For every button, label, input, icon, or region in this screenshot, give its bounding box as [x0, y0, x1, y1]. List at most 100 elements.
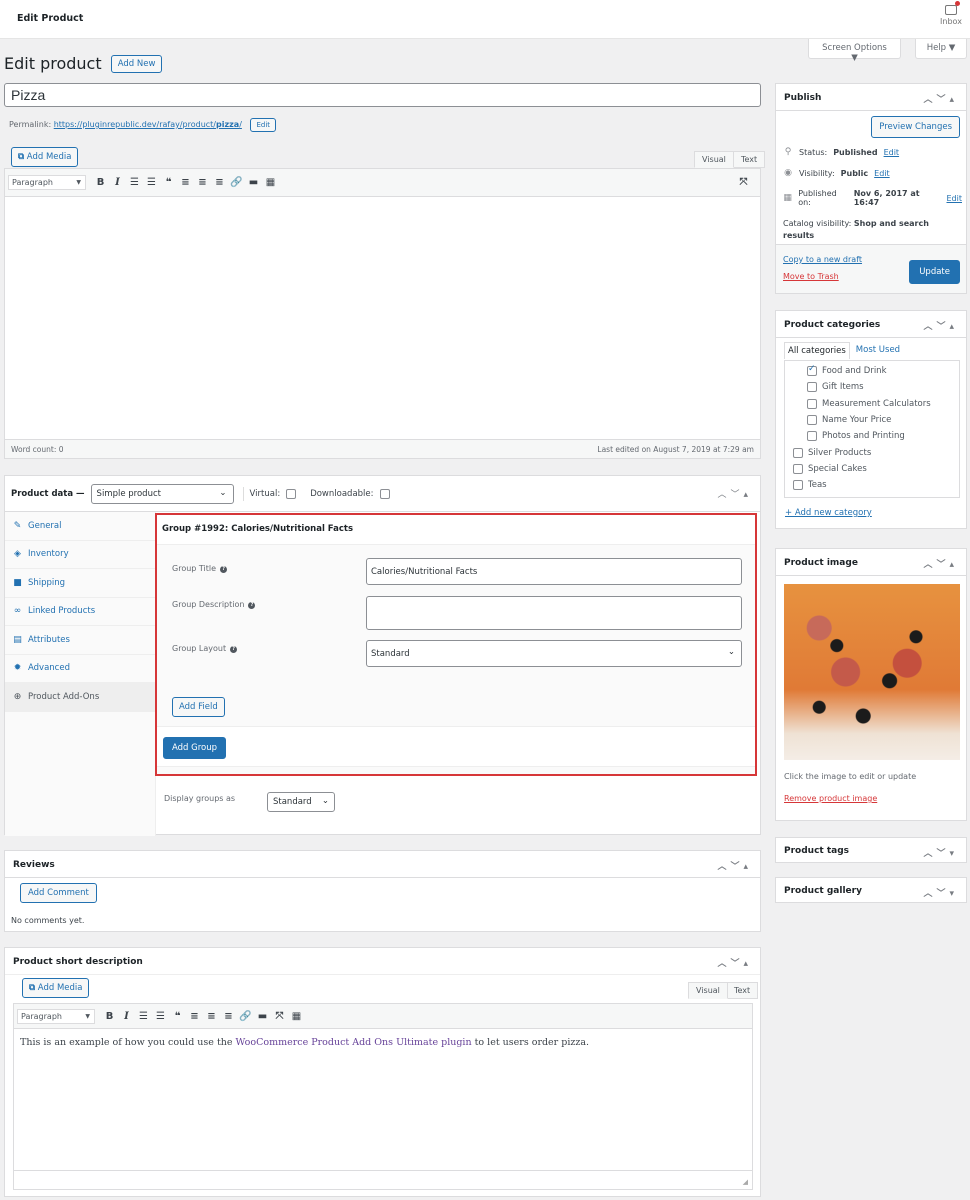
box-controls[interactable]: ︿﹀▴	[717, 487, 752, 500]
tab-text[interactable]: Text	[733, 151, 766, 168]
add-media-button[interactable]: ⧉ Add Media	[11, 147, 79, 168]
toolbar-toggle-icon[interactable]: ▦	[262, 177, 279, 188]
group-layout-select[interactable]: Standard ⌄	[366, 640, 742, 667]
read-more-icon[interactable]: ▬	[245, 177, 262, 188]
bullet-list-icon[interactable]: ☰	[135, 1011, 152, 1022]
format-select[interactable]: Paragraph	[17, 1008, 95, 1024]
align-left-icon[interactable]: ≡	[177, 177, 194, 188]
box-controls[interactable]: ︿﹀▾	[923, 846, 958, 859]
box-controls[interactable]: ︿﹀▾	[923, 886, 958, 899]
box-controls[interactable]: ︿﹀▴	[717, 859, 752, 872]
category-checkbox[interactable]	[793, 463, 803, 474]
tab-shipping[interactable]: ■ Shipping	[5, 569, 155, 598]
display-groups-select[interactable]: Standard ⌄	[267, 792, 335, 812]
copy-draft-link[interactable]: Copy to a new draft	[783, 255, 862, 264]
box-controls[interactable]: ︿﹀▴	[717, 956, 752, 969]
virtual-checkbox[interactable]	[286, 488, 297, 499]
tab-all-categories[interactable]: All categories	[784, 342, 850, 359]
numbered-list-icon[interactable]: ☰	[143, 177, 160, 188]
category-item[interactable]: Special Cakes	[793, 461, 959, 477]
tab-product-add-ons[interactable]: ⊕ Product Add-Ons	[5, 683, 155, 712]
bold-icon[interactable]: B	[92, 177, 109, 188]
align-center-icon[interactable]: ≡	[203, 1011, 220, 1022]
permalink-edit-button[interactable]: Edit	[250, 118, 277, 133]
category-item[interactable]: Gift Items	[793, 379, 959, 395]
add-comment-button[interactable]: Add Comment	[20, 883, 97, 904]
box-controls[interactable]: ︿﹀▴	[923, 92, 958, 105]
status-edit-link[interactable]: Edit	[884, 148, 900, 157]
box-controls[interactable]: ︿﹀▴	[923, 557, 958, 570]
tab-visual[interactable]: Visual	[688, 982, 728, 999]
category-checkbox[interactable]	[807, 382, 817, 393]
product-title-input[interactable]	[4, 83, 761, 107]
italic-icon[interactable]: I	[109, 177, 126, 188]
fullscreen-icon[interactable]: ⤧	[271, 1011, 288, 1022]
category-item[interactable]: Photos and Printing	[793, 428, 959, 444]
editor-body[interactable]	[5, 197, 760, 439]
tab-attributes[interactable]: ▤ Attributes	[5, 626, 155, 655]
add-new-button[interactable]: Add New	[110, 55, 163, 74]
tab-text[interactable]: Text	[726, 982, 759, 999]
product-gallery-title[interactable]: Product gallery ︿﹀▾	[776, 878, 966, 905]
category-checkbox[interactable]	[793, 480, 803, 491]
plugin-link[interactable]: WooCommerce Product Add Ons Ultimate plu…	[236, 1037, 472, 1048]
help-button[interactable]: Help ▼	[915, 39, 967, 59]
add-group-button[interactable]: Add Group	[163, 737, 227, 759]
category-checkbox[interactable]	[807, 364, 817, 377]
product-tags-title[interactable]: Product tags ︿﹀▾	[776, 838, 966, 865]
numbered-list-icon[interactable]: ☰	[152, 1011, 169, 1022]
category-item[interactable]: Name Your Price	[793, 412, 959, 428]
group-title-label: Group Title?	[172, 564, 228, 573]
group-description-textarea[interactable]	[366, 596, 742, 630]
screen-options-button[interactable]: Screen Options ▼	[808, 39, 901, 63]
resize-handle-icon[interactable]: ◢	[743, 1178, 748, 1186]
bold-icon[interactable]: B	[101, 1011, 118, 1022]
category-item[interactable]: Teas	[793, 477, 959, 493]
bullet-list-icon[interactable]: ☰	[126, 177, 143, 188]
inbox-button[interactable]: Inbox	[938, 1, 964, 26]
link-icon[interactable]: 🔗	[237, 1011, 254, 1022]
add-media-button[interactable]: ⧉ Add Media	[22, 978, 90, 999]
link-icon[interactable]: 🔗	[228, 177, 245, 188]
short-description-content[interactable]: This is an example of how you could use …	[14, 1029, 752, 1171]
tab-advanced[interactable]: ✹ Advanced	[5, 655, 155, 683]
category-checkbox[interactable]	[807, 398, 817, 409]
blockquote-icon[interactable]: ❝	[169, 1011, 186, 1022]
group-title-input[interactable]: Calories/Nutritional Facts	[366, 558, 742, 585]
category-checkbox[interactable]	[793, 447, 803, 458]
align-right-icon[interactable]: ≡	[211, 177, 228, 188]
visibility-edit-link[interactable]: Edit	[874, 169, 890, 178]
published-on-row: ▦ Published on: Nov 6, 2017 at 16:47 Edit	[783, 189, 962, 207]
blockquote-icon[interactable]: ❝	[160, 177, 177, 188]
box-controls[interactable]: ︿﹀▴	[923, 319, 958, 332]
downloadable-checkbox[interactable]	[379, 488, 390, 499]
align-center-icon[interactable]: ≡	[194, 177, 211, 188]
add-category-link[interactable]: + Add new category	[785, 508, 872, 518]
update-button[interactable]: Update	[909, 260, 960, 284]
category-checkbox[interactable]	[807, 415, 817, 426]
fullscreen-icon[interactable]: ⤧	[735, 177, 752, 188]
tab-linked-products[interactable]: ∞ Linked Products	[5, 598, 155, 626]
add-field-button[interactable]: Add Field	[172, 697, 225, 718]
align-left-icon[interactable]: ≡	[186, 1011, 203, 1022]
tab-inventory[interactable]: ◈ Inventory	[5, 541, 155, 569]
permalink-link[interactable]: https://pluginrepublic.dev/rafay/product…	[54, 120, 242, 129]
format-select[interactable]: Paragraph	[8, 175, 86, 190]
category-checkbox[interactable]	[807, 431, 817, 442]
align-right-icon[interactable]: ≡	[220, 1011, 237, 1022]
category-item[interactable]: Food and Drink	[793, 363, 959, 379]
product-type-select[interactable]: Simple product ⌄	[90, 483, 234, 504]
move-to-trash-link[interactable]: Move to Trash	[783, 272, 839, 281]
preview-changes-button[interactable]: Preview Changes	[871, 116, 960, 139]
category-item[interactable]: Silver Products	[793, 444, 959, 460]
tab-visual[interactable]: Visual	[694, 151, 734, 168]
category-item[interactable]: Measurement Calculators	[793, 396, 959, 412]
date-edit-link[interactable]: Edit	[947, 194, 963, 203]
tab-general[interactable]: ✎ General	[5, 512, 155, 541]
toolbar-toggle-icon[interactable]: ▦	[288, 1011, 305, 1022]
tab-most-used[interactable]: Most Used	[850, 342, 906, 359]
italic-icon[interactable]: I	[118, 1011, 135, 1022]
remove-image-link[interactable]: Remove product image	[784, 794, 877, 803]
product-image[interactable]	[784, 584, 960, 760]
read-more-icon[interactable]: ▬	[254, 1011, 271, 1022]
